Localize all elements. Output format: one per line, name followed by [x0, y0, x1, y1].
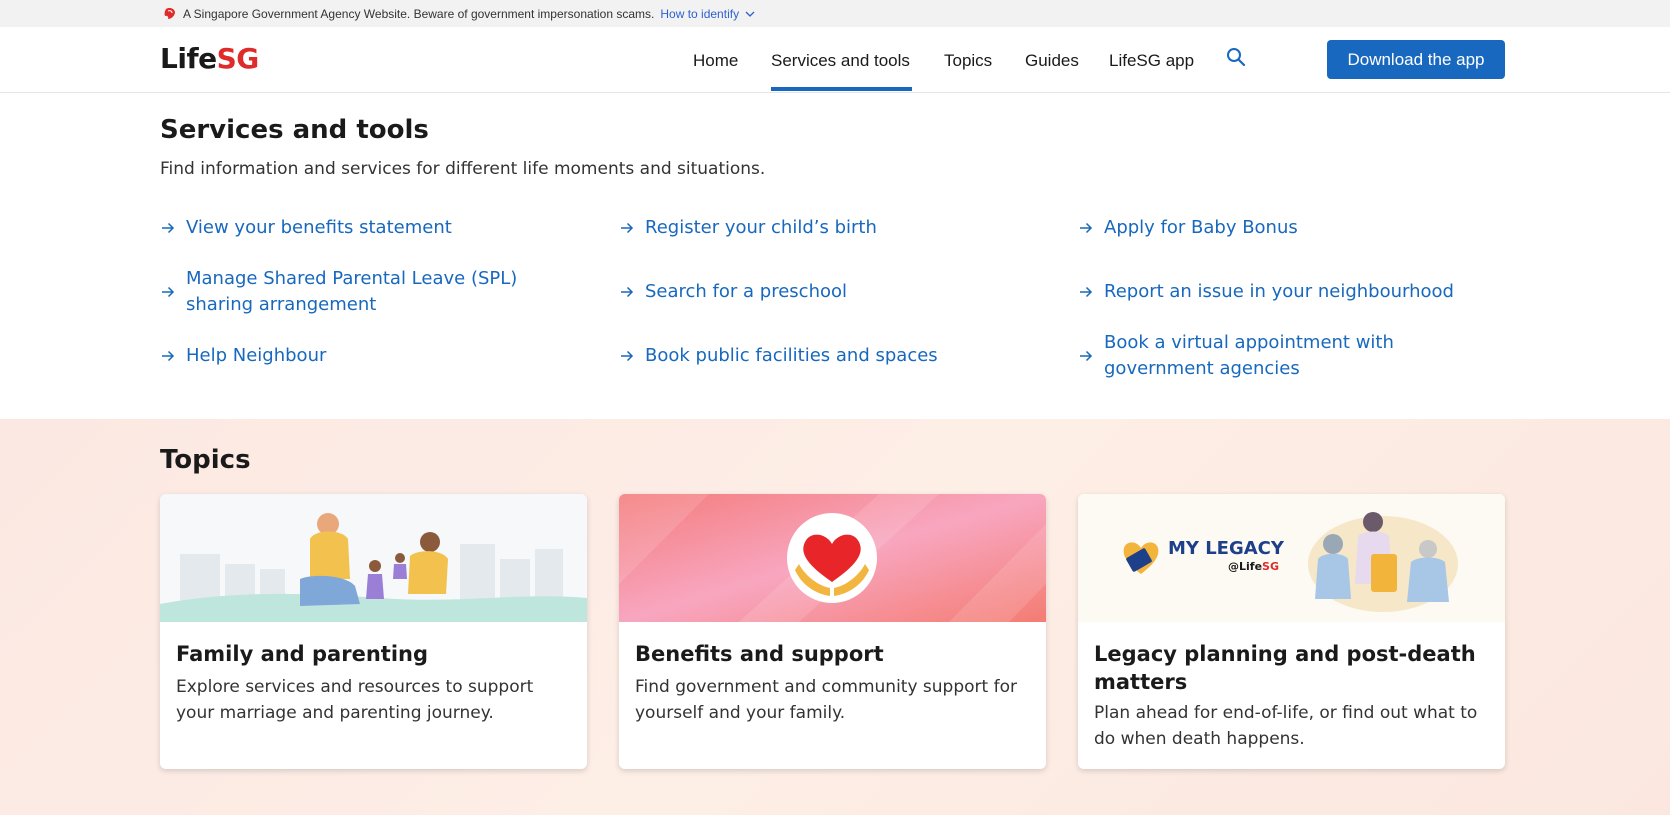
lion-head-icon — [164, 7, 175, 19]
arrow-right-icon — [1080, 350, 1093, 362]
topic-card-title: Legacy planning and post-death matters — [1094, 642, 1476, 694]
download-app-button[interactable]: Download the app — [1327, 40, 1505, 79]
service-link[interactable]: Manage Shared Parental Leave (SPL) shari… — [160, 266, 580, 318]
nav-topics[interactable]: Topics — [944, 51, 992, 71]
my-legacy-logo-sub: @LifeSG — [1228, 560, 1279, 573]
arrow-right-icon — [621, 222, 634, 234]
gov-masthead: A Singapore Government Agency Website. B… — [0, 0, 1670, 27]
service-link-label: Apply for Baby Bonus — [1104, 217, 1298, 238]
arrow-right-icon — [621, 286, 634, 298]
topic-card-description: Explore services and resources to suppor… — [176, 677, 534, 723]
service-link[interactable]: Search for a preschool — [619, 279, 1039, 305]
nav-home[interactable]: Home — [693, 51, 738, 71]
service-link[interactable]: View your benefits statement — [160, 215, 580, 241]
family-illustration — [160, 494, 587, 622]
active-nav-indicator — [771, 87, 912, 91]
benefits-illustration — [619, 494, 1046, 622]
topics-title: Topics — [160, 445, 251, 475]
topic-card-legacy[interactable]: MY LEGACY @LifeSG Legacy planning and po… — [1078, 494, 1505, 769]
topic-card-benefits[interactable]: Benefits and support Find government and… — [619, 494, 1046, 769]
topic-card-title: Benefits and support — [635, 642, 884, 666]
topic-card-title: Family and parenting — [176, 642, 428, 666]
nav-lifesg-app[interactable]: LifeSG app — [1109, 51, 1194, 71]
service-link-label: Report an issue in your neighbourhood — [1104, 281, 1454, 302]
search-icon[interactable] — [1225, 46, 1247, 68]
site-header: LifeSG Home Services and tools Topics Gu… — [0, 27, 1670, 93]
arrow-right-icon — [1080, 222, 1093, 234]
arrow-right-icon — [162, 350, 175, 362]
service-link[interactable]: Apply for Baby Bonus — [1078, 215, 1508, 241]
nav-guides[interactable]: Guides — [1025, 51, 1079, 71]
nav-services-and-tools[interactable]: Services and tools — [771, 51, 910, 71]
masthead-notice: A Singapore Government Agency Website. B… — [183, 6, 655, 21]
logo-sub-life: @Life — [1228, 560, 1263, 573]
services-subtitle: Find information and services for differ… — [160, 159, 766, 179]
topics-section: Topics Family and parenting Explore serv… — [0, 419, 1670, 815]
service-link-label: Book a virtual appointment with governme… — [1104, 332, 1394, 379]
service-link-label: Manage Shared Parental Leave (SPL) shari… — [186, 268, 518, 315]
legacy-illustration: MY LEGACY @LifeSG — [1078, 494, 1505, 622]
service-link-label: Register your child’s birth — [645, 217, 877, 238]
arrow-right-icon — [162, 286, 175, 298]
how-to-identify-link[interactable]: How to identify — [660, 7, 755, 21]
topic-card-family[interactable]: Family and parenting Explore services an… — [160, 494, 587, 769]
service-link-label: View your benefits statement — [186, 217, 452, 238]
chevron-down-icon — [745, 11, 755, 17]
service-link[interactable]: Help Neighbour — [160, 343, 580, 369]
services-title: Services and tools — [160, 115, 429, 145]
arrow-right-icon — [162, 222, 175, 234]
topic-card-description: Plan ahead for end-of-life, or find out … — [1094, 703, 1478, 749]
topic-card-description: Find government and community support fo… — [635, 677, 1017, 723]
services-section: Services and tools Find information and … — [0, 93, 1670, 419]
service-link[interactable]: Report an issue in your neighbourhood — [1078, 279, 1508, 305]
service-link[interactable]: Book a virtual appointment with governme… — [1078, 330, 1508, 382]
service-link[interactable]: Book public facilities and spaces — [619, 343, 1039, 369]
family-planning-illustration — [1308, 512, 1458, 612]
arrow-right-icon — [621, 350, 634, 362]
service-link[interactable]: Register your child’s birth — [619, 215, 1039, 241]
service-link-label: Book public facilities and spaces — [645, 345, 938, 366]
how-to-identify-label: How to identify — [660, 6, 740, 21]
service-link-label: Search for a preschool — [645, 281, 847, 302]
my-legacy-logo-text: MY LEGACY — [1168, 538, 1284, 559]
arrow-right-icon — [1080, 286, 1093, 298]
legacy-heart-icon — [1123, 542, 1159, 574]
service-link-label: Help Neighbour — [186, 345, 327, 366]
logo-sub-sg: SG — [1262, 560, 1279, 573]
